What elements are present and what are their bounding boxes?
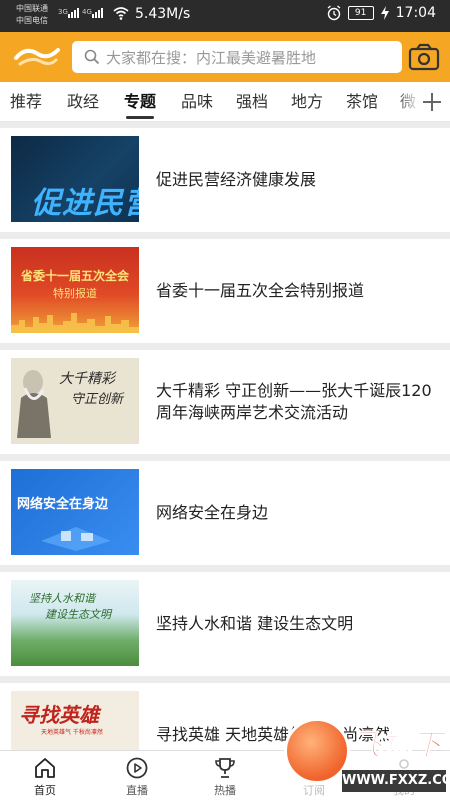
clock: 17:04: [395, 5, 436, 21]
search-bar[interactable]: 大家都在搜：内江最美避暑胜地: [72, 41, 402, 73]
list-item[interactable]: 坚持人水和谐 建设生态文明 坚持人水和谐 建设生态文明: [0, 572, 450, 676]
network-graphic: [41, 527, 111, 551]
thumbnail-text: 守正创新: [71, 392, 124, 407]
tab-politics-economy[interactable]: 政经: [67, 82, 99, 121]
plus-icon[interactable]: [420, 90, 444, 114]
thumbnail: 坚持人水和谐 建设生态文明: [11, 580, 139, 666]
wifi-icon: [113, 7, 129, 20]
nav-label: 首页: [34, 784, 56, 797]
carrier-2: 中国电信: [16, 16, 48, 25]
signal-icon: [92, 6, 103, 18]
trophy-icon: [215, 758, 235, 778]
list-item[interactable]: 省委十一届五次全会 特别报道 省委十一届五次全会特别报道: [0, 239, 450, 343]
signal-icon: [68, 6, 79, 18]
thumbnail-text: 促进民营: [31, 186, 139, 221]
tab-taste[interactable]: 品味: [181, 82, 213, 121]
nav-trending[interactable]: 热播: [197, 751, 253, 800]
item-title: 大千精彩 守正创新——张大千诞辰120周年海峡两岸艺术交流活动: [156, 381, 432, 422]
item-title: 网络安全在身边: [156, 503, 269, 522]
camera-icon[interactable]: [408, 42, 440, 72]
status-bar: 中国联通 中国电信 3G 4G 5.43M/s 91 17:04: [0, 0, 450, 32]
item-title: 促进民营经济健康发展: [156, 170, 317, 189]
nav-label: 热播: [214, 784, 236, 797]
thumbnail-text: 坚持人水和谐: [29, 592, 95, 605]
network-speed: 5.43M/s: [135, 6, 191, 22]
watermark-url: WWW.FXXZ.COM: [342, 770, 450, 792]
item-title: 坚持人水和谐 建设生态文明: [156, 614, 354, 633]
thumbnail-text: 寻找英雄: [19, 703, 99, 727]
app-header: 大家都在搜：内江最美避暑胜地: [0, 32, 450, 82]
battery-icon: 91: [347, 6, 374, 20]
thumbnail: 网络安全在身边: [11, 469, 139, 555]
thumbnail-text: 网络安全在身边: [17, 497, 109, 512]
item-title: 省委十一届五次全会特别报道: [156, 281, 365, 300]
thumbnail-text: 省委十一届五次全会: [20, 269, 129, 283]
list-item[interactable]: 促进民营 促进民营经济健康发展: [0, 128, 450, 232]
tab-local[interactable]: 地方: [291, 82, 323, 121]
nav-home[interactable]: 首页: [17, 751, 73, 800]
thumbnail-text: 建设生态文明: [45, 608, 111, 621]
tab-teahouse[interactable]: 茶馆: [346, 82, 378, 121]
play-icon: [126, 757, 148, 779]
network-type-2: 4G: [82, 8, 92, 16]
list-item[interactable]: 大千精彩 守正创新 大千精彩 守正创新——张大千诞辰120周年海峡两岸艺术交流活…: [0, 350, 450, 454]
logo-icon[interactable]: [12, 44, 62, 70]
list-item[interactable]: 网络安全在身边 网络安全在身边: [0, 461, 450, 565]
category-tabs: 推荐 政经 专题 品味 强档 地方 茶馆 微: [0, 82, 450, 122]
search-placeholder: 大家都在搜：内江最美避暑胜地: [106, 48, 317, 67]
thumbnail: 大千精彩 守正创新: [11, 358, 139, 444]
tab-special-topics[interactable]: 专题: [124, 82, 156, 121]
watermark-logo: 飞翔下载 WWW.FXXZ.COM: [282, 716, 450, 800]
alarm-icon: [327, 5, 341, 21]
thumbnail-text: 天地英雄气 千秋尚凛然: [41, 729, 103, 736]
nav-label: 直播: [126, 784, 148, 797]
skyline-graphic: [11, 313, 139, 333]
thumbnail-text: 大千精彩: [59, 371, 115, 387]
carrier-1: 中国联通: [16, 4, 48, 13]
search-icon: [84, 49, 100, 65]
watermark-icon: [284, 718, 350, 784]
thumbnail: 促进民营: [11, 136, 139, 222]
tab-highlights[interactable]: 强档: [236, 82, 268, 121]
painting-graphic: [17, 370, 51, 438]
network-type-1: 3G: [58, 8, 68, 16]
thumbnail-text: 特别报道: [53, 287, 97, 300]
tab-recommend[interactable]: 推荐: [10, 82, 42, 121]
nav-live[interactable]: 直播: [109, 751, 165, 800]
watermark-name: 飞翔下载: [352, 728, 450, 764]
home-icon: [35, 758, 55, 778]
charging-icon: [380, 6, 389, 20]
thumbnail: 省委十一届五次全会 特别报道: [11, 247, 139, 333]
